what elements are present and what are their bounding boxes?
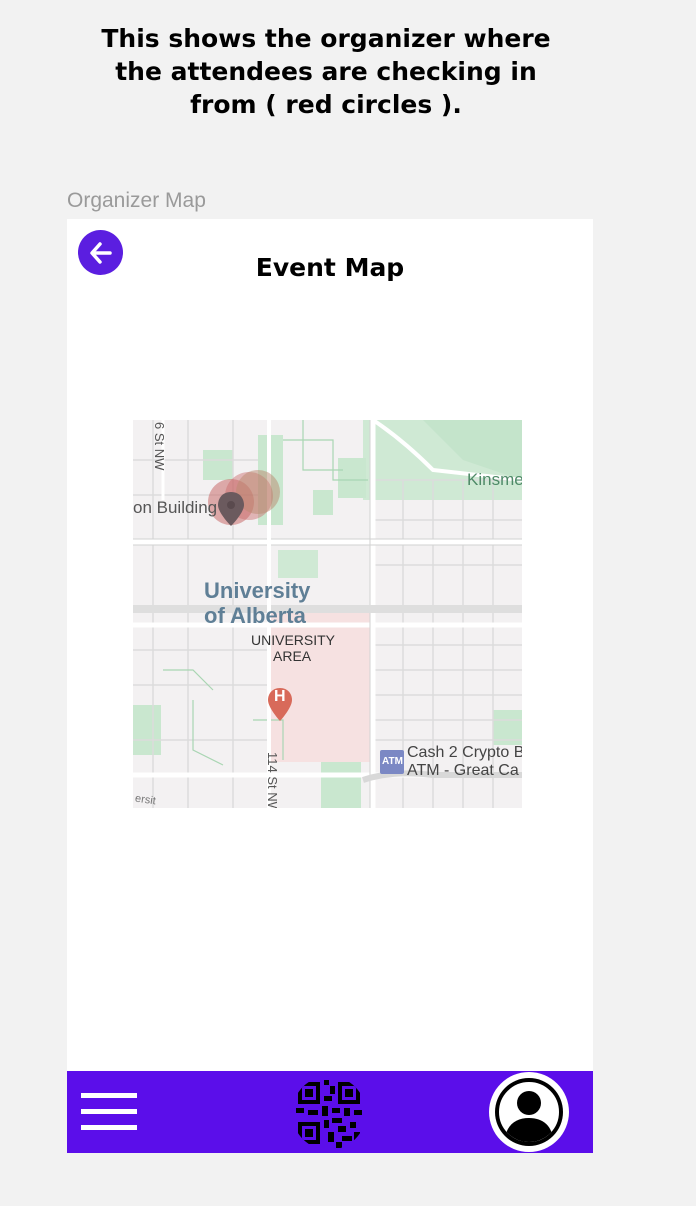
bottom-nav-bar <box>67 1071 593 1153</box>
map-label-street: 6 St NW <box>152 422 167 471</box>
map-label-university: University <box>204 578 311 603</box>
scan-qr-button[interactable] <box>292 1076 366 1150</box>
frame-label: Organizer Map <box>67 189 206 212</box>
map-label-building: on Building <box>133 498 218 517</box>
hamburger-menu-icon <box>81 1093 137 1098</box>
map-label-area-2: AREA <box>273 648 312 664</box>
map-label-university-2: of Alberta <box>204 603 306 628</box>
phone-screen: Event Map 6 St NW on Building Kinsme Uni… <box>67 219 593 1153</box>
map-label-atm-line1: Cash 2 Crypto B <box>407 744 522 761</box>
instruction-caption: This shows the organizer where the atten… <box>101 24 551 119</box>
hamburger-menu-icon-bar <box>81 1109 137 1114</box>
map-label-area: UNIVERSITY <box>251 632 336 648</box>
map-label-atm-line2: ATM - Great Ca <box>407 762 519 779</box>
hamburger-menu-icon-bar <box>81 1125 137 1130</box>
map-label-atm: ATM <box>382 756 403 767</box>
map-label-hospital: H <box>274 688 286 705</box>
page-title: Event Map <box>255 253 405 282</box>
map-label-street-114: 114 St NW <box>265 752 280 808</box>
event-map[interactable]: 6 St NW on Building Kinsme University of… <box>133 420 522 808</box>
user-avatar-icon <box>495 1078 563 1146</box>
menu-button[interactable] <box>81 1091 137 1133</box>
map-label-kinsmen: Kinsme <box>467 470 522 489</box>
profile-button[interactable] <box>489 1072 569 1152</box>
qr-code-icon <box>296 1080 362 1148</box>
